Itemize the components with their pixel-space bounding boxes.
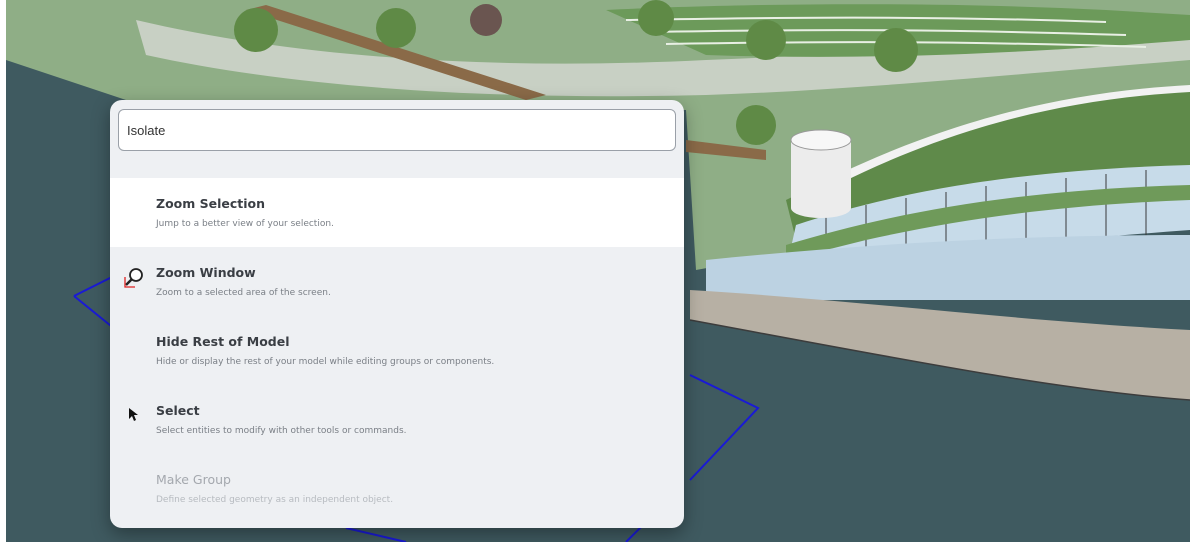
- tree: [874, 28, 918, 72]
- result-title: Hide Rest of Model: [156, 334, 290, 349]
- result-select[interactable]: Select Select entities to modify with ot…: [110, 385, 684, 454]
- search-results-list: Zoom Selection Jump to a better view of …: [110, 178, 684, 523]
- tree: [234, 8, 278, 52]
- stone-wall: [690, 290, 1190, 400]
- search-field-container: [110, 100, 684, 166]
- cylinder-bottom: [791, 198, 851, 218]
- tree: [470, 4, 502, 36]
- result-hide-rest-of-model[interactable]: Hide Rest of Model Hide or display the r…: [110, 316, 684, 385]
- tree: [638, 0, 674, 36]
- result-zoom-selection[interactable]: Zoom Selection Jump to a better view of …: [110, 178, 684, 247]
- tree: [736, 105, 776, 145]
- command-search-palette: Zoom Selection Jump to a better view of …: [110, 100, 684, 528]
- result-make-group[interactable]: Make Group Define selected geometry as a…: [110, 454, 684, 523]
- result-zoom-window[interactable]: Zoom Window Zoom to a selected area of t…: [110, 247, 684, 316]
- result-title: Make Group: [156, 472, 231, 487]
- tree: [376, 8, 416, 48]
- result-description: Zoom to a selected area of the screen.: [156, 288, 331, 298]
- result-title: Select: [156, 403, 200, 418]
- zoom-window-icon: [124, 268, 143, 288]
- result-description: Define selected geometry as an independe…: [156, 495, 394, 505]
- result-description: Select entities to modify with other too…: [156, 426, 407, 436]
- tree: [746, 20, 786, 60]
- result-title: Zoom Window: [156, 265, 256, 280]
- result-description: Jump to a better view of your selection.: [156, 219, 334, 229]
- select-arrow-icon: [129, 408, 138, 421]
- result-title: Zoom Selection: [156, 196, 266, 211]
- result-description: Hide or display the rest of your model w…: [156, 357, 495, 367]
- command-search-input[interactable]: [118, 109, 676, 151]
- cylinder-top: [790, 129, 852, 151]
